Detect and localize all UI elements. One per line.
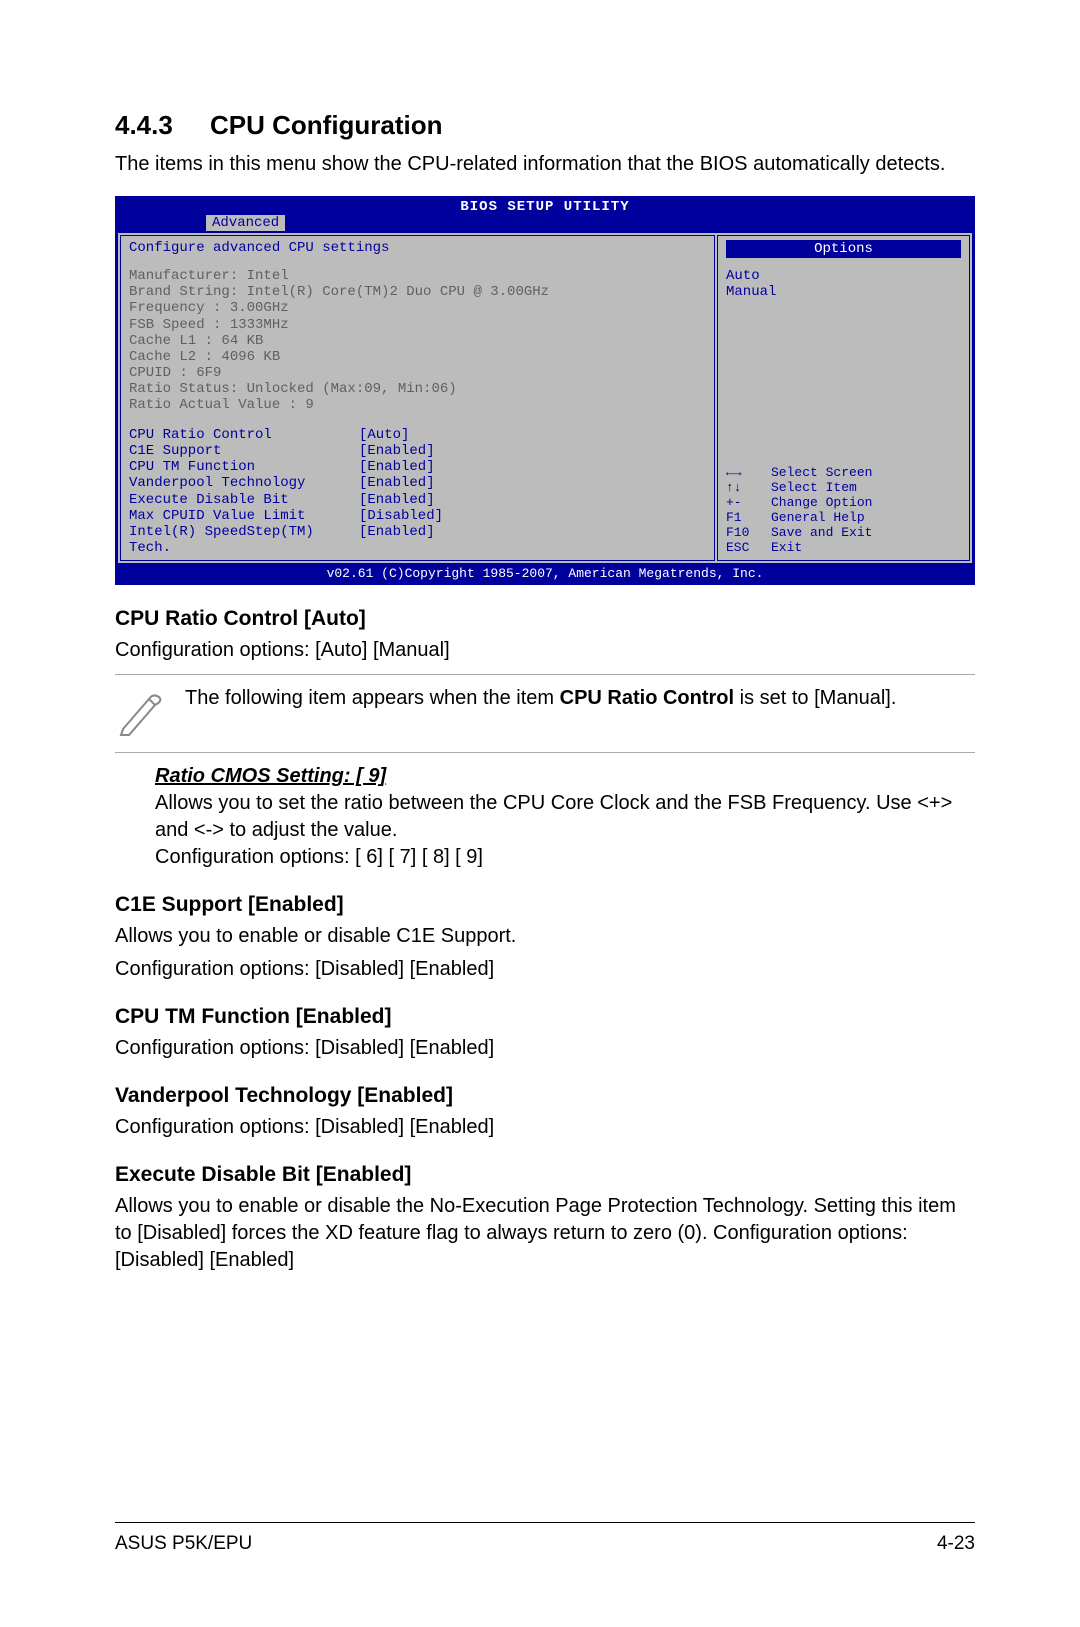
bios-screenshot: BIOS SETUP UTILITY Advanced Configure ad… [115, 196, 975, 585]
info-line: Manufacturer: Intel [129, 268, 706, 284]
bios-setting-row: CPU Ratio Control[Auto] [129, 427, 706, 443]
option-item: Manual [726, 284, 961, 300]
section-number: 4.4.3 [115, 110, 210, 141]
cputm-title: CPU TM Function [Enabled] [115, 1005, 975, 1029]
cpu-ratio-desc: Configuration options: [Auto] [Manual] [115, 637, 975, 664]
bios-left-panel: Configure advanced CPU settings Manufact… [120, 235, 715, 561]
footer-right: 4-23 [937, 1533, 975, 1555]
section-intro: The items in this menu show the CPU-rela… [115, 151, 975, 178]
execute-title: Execute Disable Bit [Enabled] [115, 1163, 975, 1187]
ratio-cmos-desc: Allows you to set the ratio between the … [155, 790, 975, 844]
divider [115, 752, 975, 753]
bios-settings-list: CPU Ratio Control[Auto] C1E Support[Enab… [129, 427, 706, 556]
bios-setting-row: Execute Disable Bit[Enabled] [129, 492, 706, 508]
bios-setting-row: Max CPUID Value Limit[Disabled] [129, 508, 706, 524]
info-line: Cache L2 : 4096 KB [129, 349, 706, 365]
ratio-cmos-heading: Ratio CMOS Setting: [ 9] [155, 763, 975, 790]
cpu-ratio-title: CPU Ratio Control [Auto] [115, 607, 975, 631]
options-title: Options [726, 240, 961, 258]
section-name: CPU Configuration [210, 110, 443, 140]
bios-left-header: Configure advanced CPU settings [129, 240, 706, 256]
bios-nav-help: ←→Select Screen ↑↓Select Item +-Change O… [726, 466, 961, 556]
page-footer: ASUS P5K/EPU 4-23 [115, 1522, 975, 1555]
vanderpool-desc: Configuration options: [Disabled] [Enabl… [115, 1114, 975, 1141]
divider [115, 674, 975, 675]
footer-left: ASUS P5K/EPU [115, 1533, 252, 1555]
bios-tab-advanced: Advanced [206, 215, 285, 231]
bios-setting-row: Intel(R) SpeedStep(TM) Tech.[Enabled] [129, 524, 706, 556]
bios-copyright: v02.61 (C)Copyright 1985-2007, American … [116, 565, 974, 584]
info-line: Ratio Status: Unlocked (Max:09, Min:06) [129, 381, 706, 397]
note-text: The following item appears when the item… [185, 685, 975, 712]
bios-setting-row: C1E Support[Enabled] [129, 443, 706, 459]
note-block: The following item appears when the item… [115, 685, 975, 742]
bios-setting-row: Vanderpool Technology[Enabled] [129, 475, 706, 491]
bios-title: BIOS SETUP UTILITY [116, 197, 974, 215]
cputm-desc: Configuration options: [Disabled] [Enabl… [115, 1035, 975, 1062]
bios-right-panel: Options Auto Manual ←→Select Screen ↑↓Se… [717, 235, 970, 561]
info-line: Cache L1 : 64 KB [129, 333, 706, 349]
c1e-title: C1E Support [Enabled] [115, 893, 975, 917]
ratio-cmos-options: Configuration options: [ 6] [ 7] [ 8] [ … [155, 844, 975, 871]
section-title: 4.4.3CPU Configuration [115, 110, 975, 141]
pen-note-icon [115, 685, 185, 742]
bios-setting-row: CPU TM Function[Enabled] [129, 459, 706, 475]
bios-cpu-info: Manufacturer: Intel Brand String: Intel(… [129, 268, 706, 413]
vanderpool-title: Vanderpool Technology [Enabled] [115, 1084, 975, 1108]
info-line: Frequency : 3.00GHz [129, 300, 706, 316]
info-line: Brand String: Intel(R) Core(TM)2 Duo CPU… [129, 284, 706, 300]
c1e-desc2: Configuration options: [Disabled] [Enabl… [115, 956, 975, 983]
info-line: Ratio Actual Value : 9 [129, 397, 706, 413]
option-item: Auto [726, 268, 961, 284]
info-line: FSB Speed : 1333MHz [129, 317, 706, 333]
bios-tabs: Advanced [116, 215, 974, 233]
c1e-desc1: Allows you to enable or disable C1E Supp… [115, 923, 975, 950]
ratio-cmos-block: Ratio CMOS Setting: [ 9] Allows you to s… [155, 763, 975, 871]
options-list: Auto Manual [726, 268, 961, 300]
execute-desc: Allows you to enable or disable the No-E… [115, 1193, 975, 1274]
info-line: CPUID : 6F9 [129, 365, 706, 381]
